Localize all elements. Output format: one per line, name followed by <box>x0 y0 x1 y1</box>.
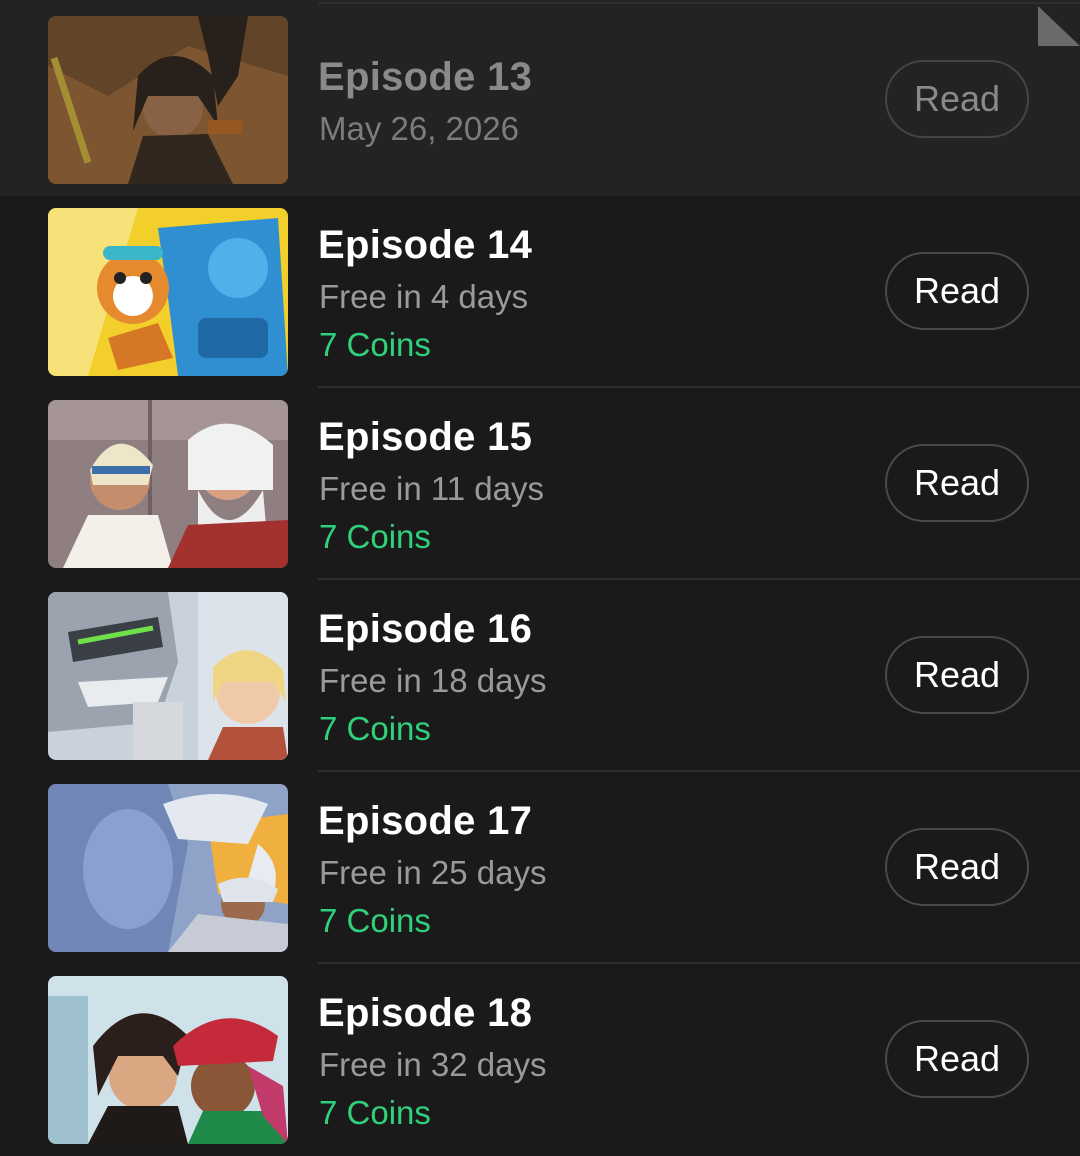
free-countdown: Free in 18 days <box>319 662 547 699</box>
free-countdown: Free in 32 days <box>319 1046 547 1083</box>
episode-row-18[interactable]: Episode 18 Free in 32 days 7 Coins Read <box>0 964 1080 1156</box>
coin-price: 7 Coins <box>319 902 431 939</box>
coin-price: 7 Coins <box>319 710 431 747</box>
free-countdown: Free in 11 days <box>319 470 545 507</box>
episode-title: Episode 17 <box>318 799 533 843</box>
episode-list: Episode 13 May 26, 2026 Read Episode 14 … <box>0 0 1080 1156</box>
episode-row-16[interactable]: Episode 16 Free in 18 days 7 Coins Read <box>0 580 1080 772</box>
episode-18-thumbnail[interactable] <box>48 976 288 1144</box>
episode-title: Episode 13 <box>318 55 533 99</box>
episode-title: Episode 14 <box>318 223 533 267</box>
episode-15-thumbnail[interactable] <box>48 400 288 568</box>
free-countdown: Free in 4 days <box>319 278 529 315</box>
read-button[interactable]: Read <box>885 1020 1029 1098</box>
episode-row-17[interactable]: Episode 17 Free in 25 days 7 Coins Read <box>0 772 1080 964</box>
coin-price: 7 Coins <box>319 518 431 555</box>
read-button[interactable]: Read <box>885 444 1029 522</box>
coin-price: 7 Coins <box>319 326 431 363</box>
read-button[interactable]: Read <box>885 828 1029 906</box>
episode-title: Episode 18 <box>318 991 533 1035</box>
episode-14-thumbnail[interactable] <box>48 208 288 376</box>
episode-title: Episode 16 <box>318 607 533 651</box>
episode-release-date: May 26, 2026 <box>319 110 519 147</box>
divider <box>318 2 1080 4</box>
coin-price: 7 Coins <box>319 1094 431 1131</box>
read-button[interactable]: Read <box>885 252 1029 330</box>
free-countdown: Free in 25 days <box>319 854 547 891</box>
read-button[interactable]: Read <box>885 636 1029 714</box>
episode-13-thumbnail[interactable] <box>48 16 288 184</box>
episode-row-14[interactable]: Episode 14 Free in 4 days 7 Coins Read <box>0 196 1080 388</box>
read-button[interactable]: Read <box>885 60 1029 138</box>
episode-16-thumbnail[interactable] <box>48 592 288 760</box>
episode-row-13[interactable]: Episode 13 May 26, 2026 Read <box>0 0 1080 196</box>
episode-title: Episode 15 <box>318 415 533 459</box>
episode-row-15[interactable]: Episode 15 Free in 11 days 7 Coins Read <box>0 388 1080 580</box>
corner-fold-icon <box>1038 6 1080 46</box>
episode-17-thumbnail[interactable] <box>48 784 288 952</box>
